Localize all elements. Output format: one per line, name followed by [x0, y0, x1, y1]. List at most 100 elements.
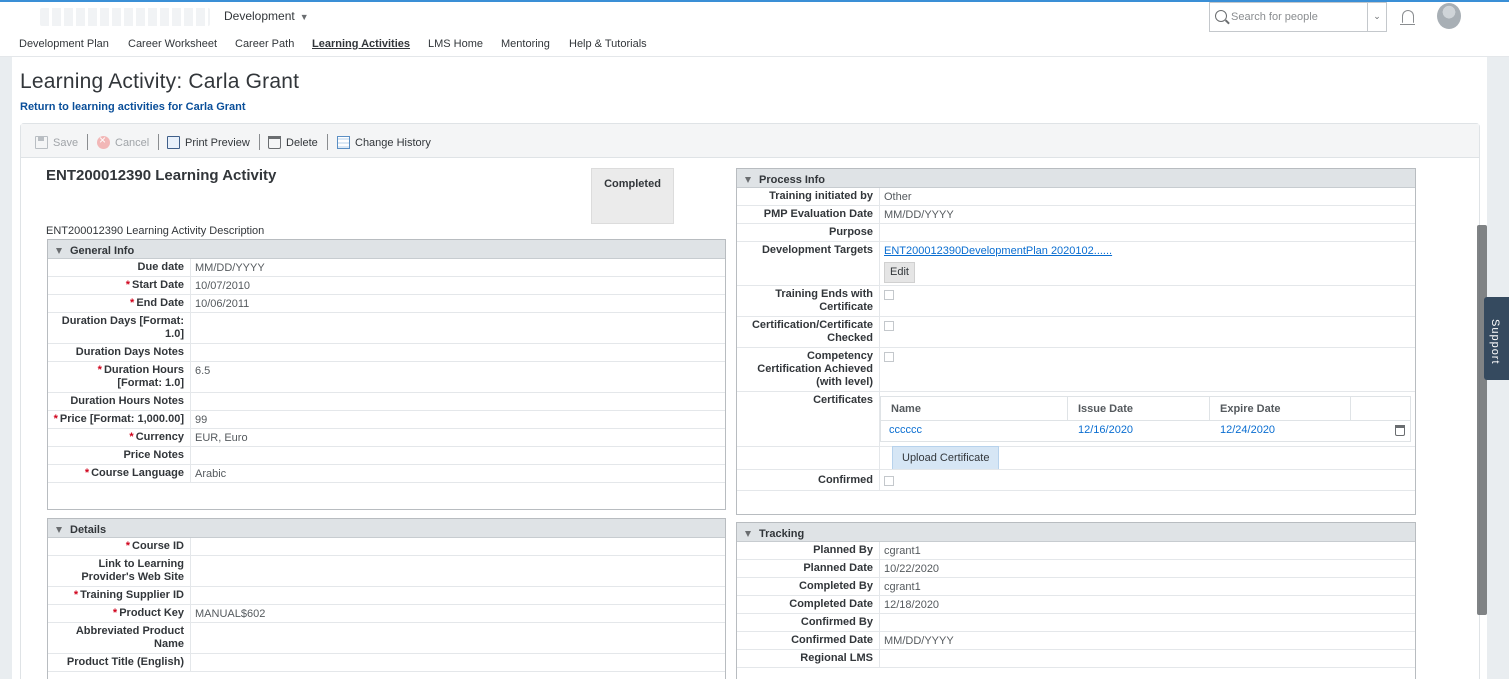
toolbar-divider [87, 134, 88, 150]
field-value[interactable]: cgrant1 [880, 542, 1415, 559]
field-label: Regional LMS [737, 650, 880, 667]
field-value[interactable]: 6.5 [191, 362, 725, 392]
search-dropdown-button[interactable]: ⌄ [1367, 3, 1386, 31]
field-value[interactable] [191, 447, 725, 464]
certificate-issue-date[interactable]: 12/16/2020 [1070, 421, 1212, 441]
field-value[interactable]: MM/DD/YYYY [880, 632, 1415, 649]
field-label-text: Price Notes [123, 449, 184, 461]
certificate-expire-date[interactable]: 12/24/2020 [1212, 421, 1352, 441]
field-value[interactable]: 10/07/2010 [191, 277, 725, 294]
field-label: Link to Learning Provider's Web Site [48, 556, 191, 586]
field-row: Duration Days [Format: 1.0] [48, 313, 725, 344]
confirmed-checkbox[interactable] [884, 476, 894, 486]
competency-checkbox[interactable] [884, 352, 894, 362]
field-value[interactable] [880, 614, 1415, 631]
field-label: * Product Key [48, 605, 191, 622]
process-info-heading: Process Info [759, 173, 826, 186]
required-asterisk: * [112, 607, 118, 619]
tracking-header[interactable]: Tracking [737, 523, 1415, 542]
field-row: * Currency EUR, Euro [48, 429, 725, 447]
trash-icon[interactable] [1395, 425, 1405, 436]
field-label: Confirmed Date [737, 632, 880, 649]
field-value[interactable] [191, 654, 725, 671]
field-value[interactable]: MM/DD/YYYY [191, 259, 725, 276]
field-label-text: Link to Learning Provider's Web Site [81, 558, 184, 583]
certificate-name-link[interactable]: cccccc [881, 421, 1070, 441]
field-value[interactable]: 99 [191, 411, 725, 428]
nav-career-path[interactable]: Career Path [235, 38, 294, 50]
required-asterisk: * [84, 467, 90, 479]
back-link[interactable]: Return to learning activities for Carla … [20, 101, 246, 113]
field-value[interactable]: 10/06/2011 [191, 295, 725, 312]
field-value[interactable] [191, 623, 725, 653]
company-logo[interactable] [40, 8, 210, 26]
delete-button[interactable]: Delete [268, 136, 318, 149]
user-avatar[interactable] [1437, 3, 1461, 29]
module-switcher[interactable]: Development ▼ [224, 9, 309, 23]
process-info-header[interactable]: Process Info [737, 169, 1415, 188]
activity-description: ENT200012390 Learning Activity Descripti… [46, 225, 265, 237]
field-row: PMP Evaluation Date MM/DD/YYYY [737, 206, 1415, 224]
collapse-triangle-icon [745, 530, 751, 537]
nav-development-plan[interactable]: Development Plan [19, 38, 109, 50]
field-value[interactable] [191, 587, 725, 604]
tracking-heading: Tracking [759, 527, 805, 540]
upload-certificate-button[interactable]: Upload Certificate [892, 446, 1000, 470]
field-row: * Duration Hours [Format: 1.0] 6.5 [48, 362, 725, 393]
general-info-header[interactable]: General Info [48, 240, 725, 259]
field-value[interactable] [880, 224, 1415, 241]
field-label: * Price [Format: 1,000.00] [48, 411, 191, 428]
field-value[interactable]: Other [880, 188, 1415, 205]
column-header: Issue Date [1068, 397, 1210, 420]
field-value[interactable]: Arabic [191, 465, 725, 482]
field-row: Confirmed [737, 469, 1415, 491]
certification-checked-checkbox[interactable] [884, 321, 894, 331]
field-value[interactable]: MM/DD/YYYY [880, 206, 1415, 223]
collapse-header-button[interactable] [1440, 61, 1464, 79]
development-target-link[interactable]: ENT200012390DevelopmentPlan 2020102.....… [884, 245, 1112, 257]
field-value [880, 286, 1415, 316]
field-value[interactable] [191, 313, 725, 343]
certificate-checkbox[interactable] [884, 290, 894, 300]
field-row: Due date MM/DD/YYYY [48, 259, 725, 277]
required-asterisk: * [73, 589, 79, 601]
notification-bell-icon[interactable] [1400, 10, 1415, 25]
field-value[interactable]: EUR, Euro [191, 429, 725, 446]
vertical-scrollbar[interactable] [1477, 225, 1487, 615]
field-label-text: Training Supplier ID [80, 589, 184, 601]
field-value [880, 348, 1415, 391]
cancel-button[interactable]: Cancel [97, 133, 149, 149]
field-value[interactable]: MANUAL$602 [191, 605, 725, 622]
change-history-button[interactable]: Change History [337, 136, 431, 149]
edit-button[interactable]: Edit [884, 262, 915, 283]
field-label: Planned Date [737, 560, 880, 577]
field-label-text: Currency [135, 431, 184, 443]
field-value[interactable] [191, 344, 725, 361]
nav-lms-home[interactable]: LMS Home [428, 38, 483, 50]
nav-career-worksheet[interactable]: Career Worksheet [128, 38, 217, 50]
required-asterisk: * [97, 364, 102, 376]
field-value[interactable]: cgrant1 [880, 578, 1415, 595]
field-value[interactable] [880, 650, 1415, 667]
field-value[interactable] [191, 538, 725, 555]
field-label-text: Confirmed By [800, 616, 873, 628]
field-value[interactable] [191, 393, 725, 410]
field-value[interactable]: 10/22/2020 [880, 560, 1415, 577]
column-header: Expire Date [1210, 397, 1351, 420]
field-row: * Training Supplier ID [48, 587, 725, 605]
nav-learning-activities[interactable]: Learning Activities [312, 38, 410, 50]
details-header[interactable]: Details [48, 519, 725, 538]
table-header: Name Issue Date Expire Date [881, 397, 1410, 421]
search-input[interactable] [1231, 7, 1365, 27]
save-button[interactable]: Save [35, 136, 78, 149]
nav-help-tutorials[interactable]: Help & Tutorials [569, 38, 647, 50]
field-value[interactable]: 12/18/2020 [880, 596, 1415, 613]
field-value[interactable] [191, 556, 725, 586]
field-label-text: Product Key [119, 607, 184, 619]
field-label: Due date [48, 259, 191, 276]
field-label-text: Completed Date [789, 598, 873, 610]
field-label: * Currency [48, 429, 191, 446]
print-preview-button[interactable]: Print Preview [167, 136, 250, 149]
support-tab[interactable]: Support [1484, 297, 1509, 380]
nav-mentoring[interactable]: Mentoring [501, 38, 550, 50]
